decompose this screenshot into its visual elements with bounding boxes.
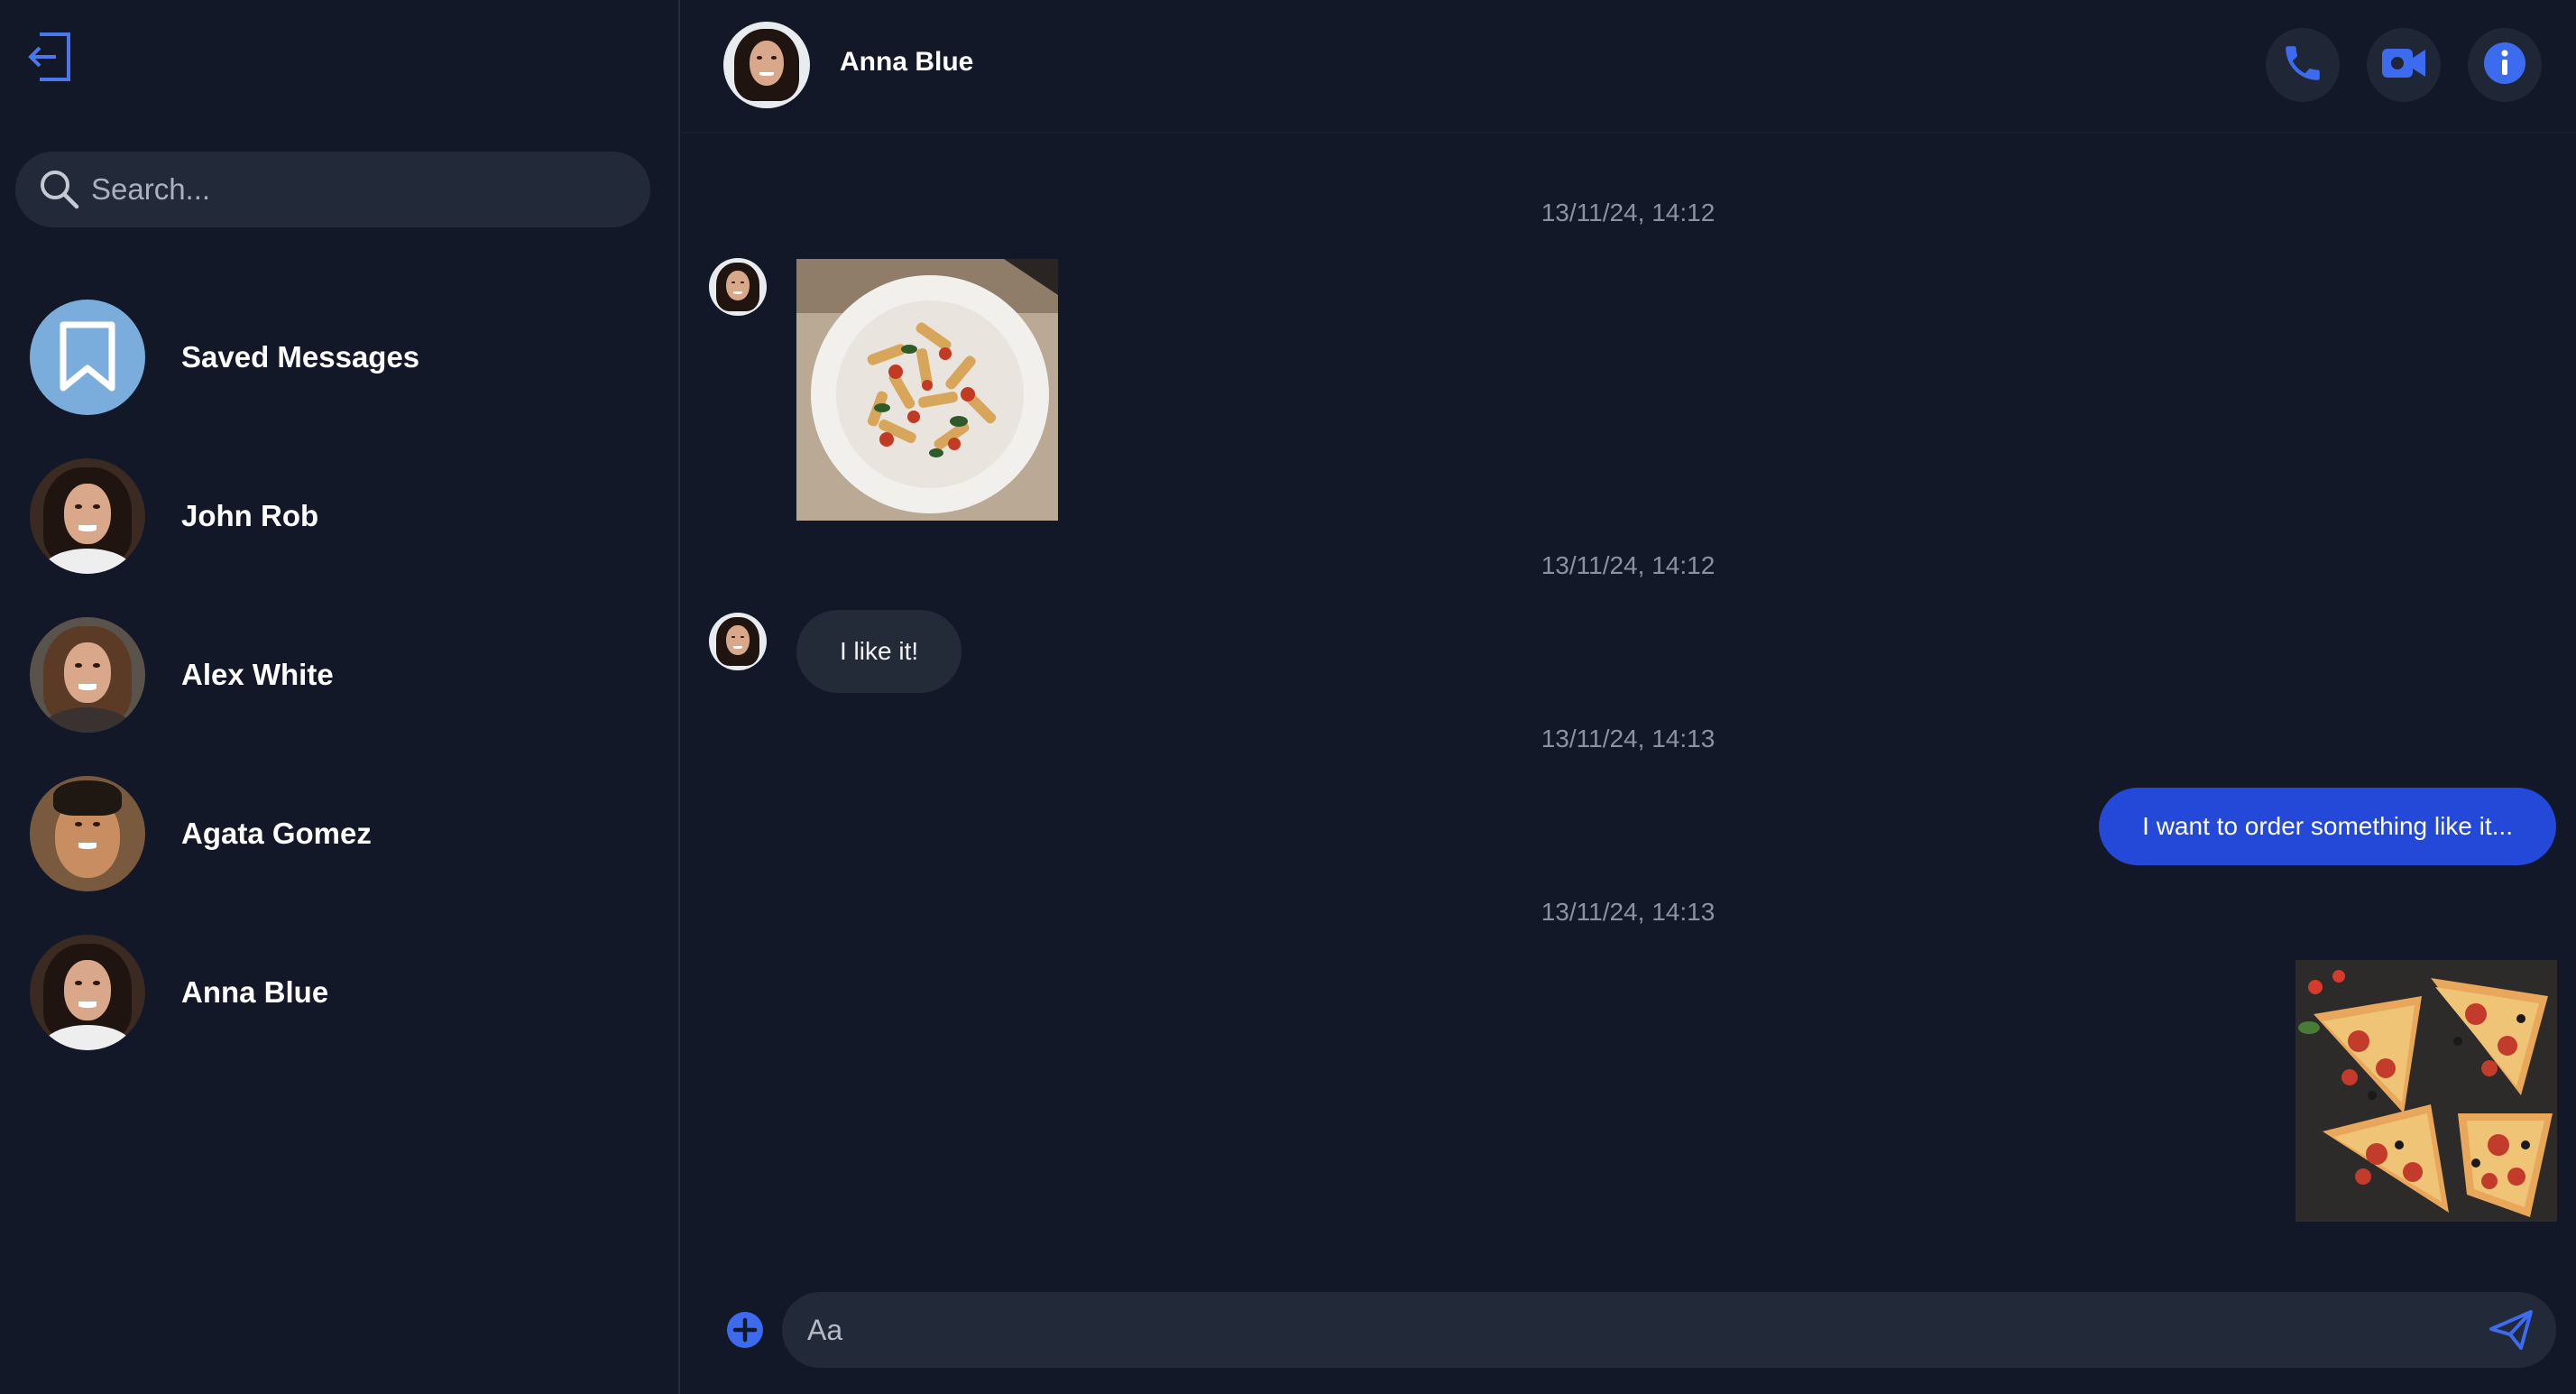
chat-item-saved-messages[interactable]: Saved Messages [0,294,678,420]
search-bar [15,152,650,227]
sidebar: Saved Messages John Rob Alex White Agata… [0,0,680,1394]
chat-item-anna-blue[interactable]: Anna Blue [0,929,678,1056]
avatar [30,935,145,1050]
pizza-image-message[interactable] [2295,960,2557,1222]
phone-icon [2280,41,2325,90]
send-icon[interactable] [2486,1305,2536,1355]
chat-name: Saved Messages [181,340,420,374]
pasta-image-message[interactable] [796,259,1058,521]
avatar [709,258,767,316]
search-input[interactable] [80,152,650,227]
contact-name: Anna Blue [840,47,974,77]
message-text: I like it! [840,637,919,665]
avatar [30,617,145,733]
avatar [30,458,145,574]
chat-name: Alex White [181,658,334,691]
message-timestamp: 13/11/24, 14:12 [1541,198,1716,226]
search-icon [39,169,80,210]
chat-item-alex-white[interactable]: Alex White [0,612,678,738]
chat-name: Anna Blue [181,975,329,1009]
chat-header: Anna Blue [680,0,2576,134]
avatar[interactable] [723,22,810,108]
avatar [709,613,767,670]
message-text: I want to order something like it... [2142,812,2513,840]
bookmark-icon [30,300,145,415]
message-timestamp: 13/11/24, 14:13 [1541,898,1716,926]
chat-name: John Rob [181,499,319,532]
outgoing-message-bubble: I want to order something like it... [2099,788,2556,865]
message-composer [782,1292,2556,1368]
message-timestamp: 13/11/24, 14:13 [1541,725,1716,752]
video-camera-icon [2380,45,2427,86]
incoming-message-bubble: I like it! [796,610,962,693]
logout-icon[interactable] [27,31,74,83]
info-icon [2482,41,2527,90]
add-attachment-icon[interactable] [725,1310,765,1350]
info-button[interactable] [2468,28,2542,102]
chat-panel: Anna Blue 13/11/24, 14:12 13/11/24, 14:1… [680,0,2576,1394]
message-timestamp: 13/11/24, 14:12 [1541,551,1716,579]
video-call-button[interactable] [2367,28,2441,102]
chat-name: Agata Gomez [181,817,372,850]
message-input[interactable] [782,1292,2486,1368]
chat-item-agata-gomez[interactable]: Agata Gomez [0,771,678,897]
chat-item-john-rob[interactable]: John Rob [0,453,678,579]
avatar [30,776,145,891]
call-button[interactable] [2266,28,2340,102]
